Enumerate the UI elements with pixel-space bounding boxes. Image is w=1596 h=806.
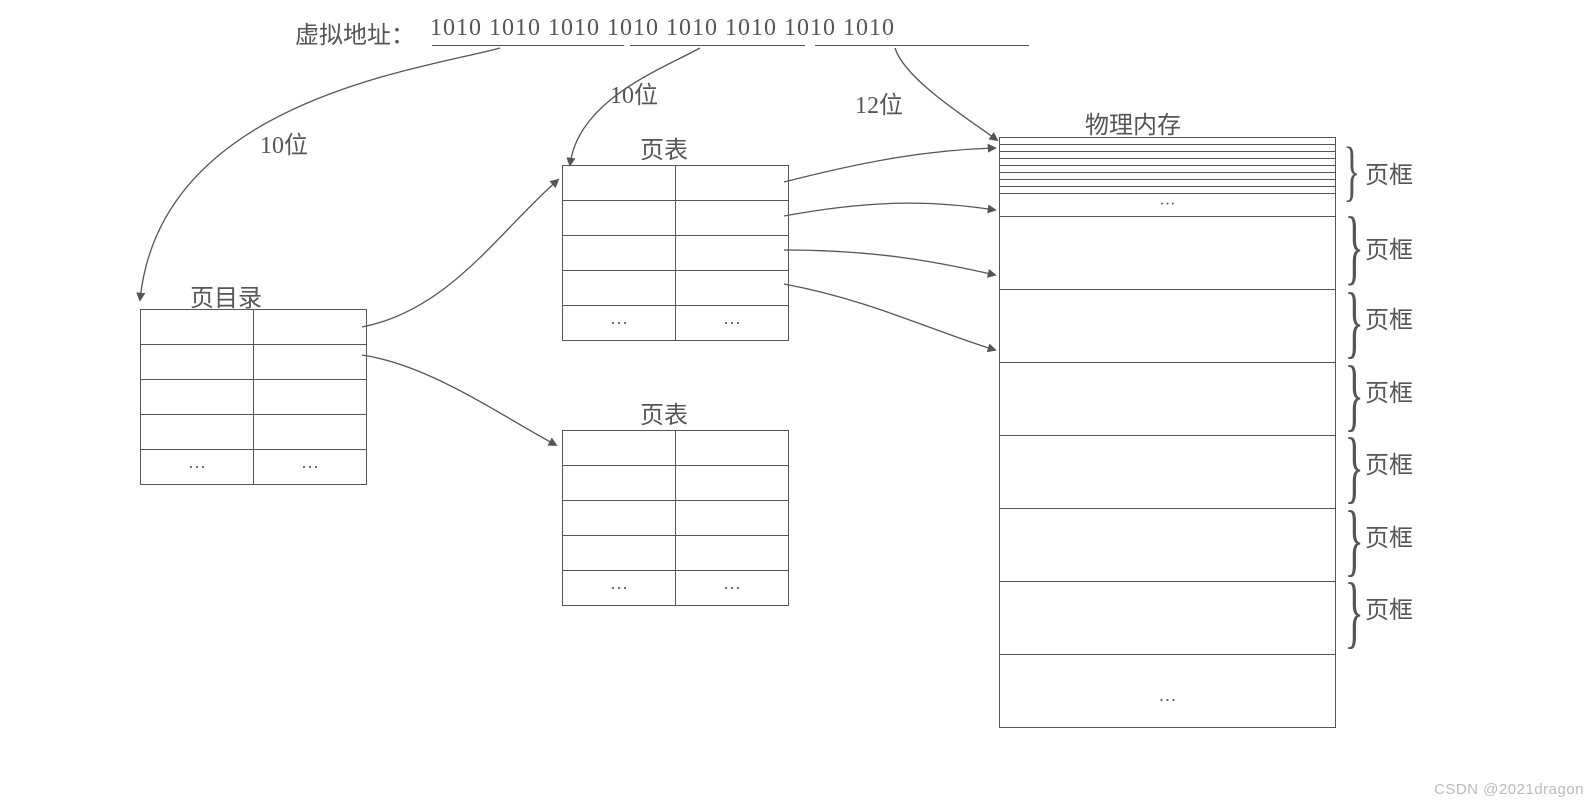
page-directory-table: ··· ··· (140, 309, 367, 485)
pt2-ell-left: ··· (563, 571, 676, 606)
frame-label: 页框 (1365, 230, 1413, 265)
watermark: CSDN @2021dragon (1434, 781, 1584, 798)
frame-label: 页框 (1365, 155, 1413, 190)
virtual-address-bits: 1010 1010 1010 1010 1010 1010 1010 1010 (430, 15, 895, 42)
brace-icon: } (1345, 205, 1364, 289)
phys-ellipsis-top: ··· (1000, 193, 1335, 217)
phys-frame (1000, 290, 1335, 363)
brace-icon: } (1345, 282, 1364, 362)
phys-ellipsis-bottom: ··· (1000, 655, 1335, 727)
addr-seg2-underline (630, 45, 805, 46)
page-table1-title: 页表 (640, 130, 688, 165)
frame-label: 页框 (1365, 300, 1413, 335)
frame-label: 页框 (1365, 590, 1413, 625)
brace-icon: } (1345, 572, 1364, 652)
phys-frame (1000, 509, 1335, 582)
addr-seg3-label: 12位 (855, 85, 903, 120)
physical-memory: ··· ··· (999, 137, 1336, 728)
pt1-ell-right: ··· (676, 306, 789, 341)
phys-frame (1000, 217, 1335, 290)
addr-seg1-label: 10位 (260, 125, 308, 160)
page-table2: ··· ··· (562, 430, 789, 606)
brace-icon: } (1345, 427, 1364, 507)
frame-label: 页框 (1365, 373, 1413, 408)
page-table2-title: 页表 (640, 395, 688, 430)
frame-label: 页框 (1365, 518, 1413, 553)
phys-frame-hatched (1000, 138, 1335, 193)
physical-memory-title: 物理内存 (1085, 105, 1181, 140)
pd-ell-left: ··· (141, 450, 254, 485)
pt2-ell-right: ··· (676, 571, 789, 606)
addr-seg1-underline (432, 45, 624, 46)
pd-ell-right: ··· (254, 450, 367, 485)
pt1-ell-left: ··· (563, 306, 676, 341)
phys-frame (1000, 363, 1335, 436)
frame-label: 页框 (1365, 445, 1413, 480)
page-table1: ··· ··· (562, 165, 789, 341)
page-directory-title: 页目录 (190, 278, 262, 313)
brace-icon: } (1343, 139, 1360, 206)
virtual-address-prefix: 虚拟地址： (295, 15, 415, 50)
phys-frame (1000, 436, 1335, 509)
addr-seg3-underline (815, 45, 1029, 46)
phys-frame (1000, 582, 1335, 655)
addr-seg2-label: 10位 (610, 75, 658, 110)
